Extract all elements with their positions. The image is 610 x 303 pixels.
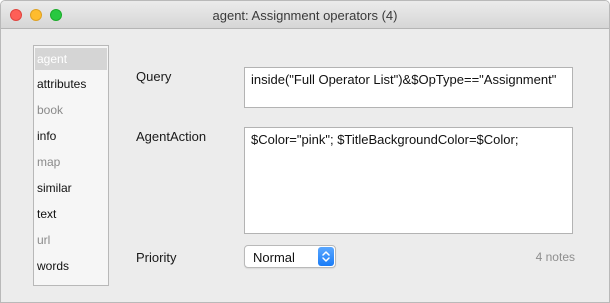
priority-label: Priority [136, 250, 177, 265]
agent-action-label: AgentAction [136, 129, 207, 144]
chevron-up-down-icon [322, 251, 330, 262]
sidebar-item-similar[interactable]: similar [35, 177, 107, 199]
sidebar: agent attributes book info map similar t… [33, 45, 109, 286]
agent-action-field[interactable]: $Color="pink"; $TitleBackgroundColor=$Co… [244, 127, 573, 234]
sidebar-item-agent[interactable]: agent [35, 48, 107, 70]
sidebar-item-attributes[interactable]: attributes [35, 73, 107, 95]
sidebar-item-words[interactable]: words [35, 255, 107, 277]
select-stepper-icon [318, 247, 334, 266]
sidebar-item-url[interactable]: url [35, 229, 107, 251]
title-bar[interactable]: agent: Assignment operators (4) [1, 1, 609, 29]
sidebar-item-text[interactable]: text [35, 203, 107, 225]
query-label: Query [136, 69, 172, 84]
window-title: agent: Assignment operators (4) [212, 8, 398, 23]
sidebar-item-map[interactable]: map [35, 151, 107, 173]
priority-select[interactable]: Normal [244, 245, 336, 268]
sidebar-item-info[interactable]: info [35, 125, 107, 147]
query-field[interactable]: inside("Full Operator List")&$OpType=="A… [244, 67, 573, 108]
priority-select-value: Normal [253, 250, 295, 265]
agent-panel: agent attributes book info map similar t… [1, 30, 609, 302]
agent-window: agent: Assignment operators (4) agent at… [0, 0, 610, 303]
sidebar-item-book[interactable]: book [35, 99, 107, 121]
notes-count: 4 notes [535, 250, 575, 264]
